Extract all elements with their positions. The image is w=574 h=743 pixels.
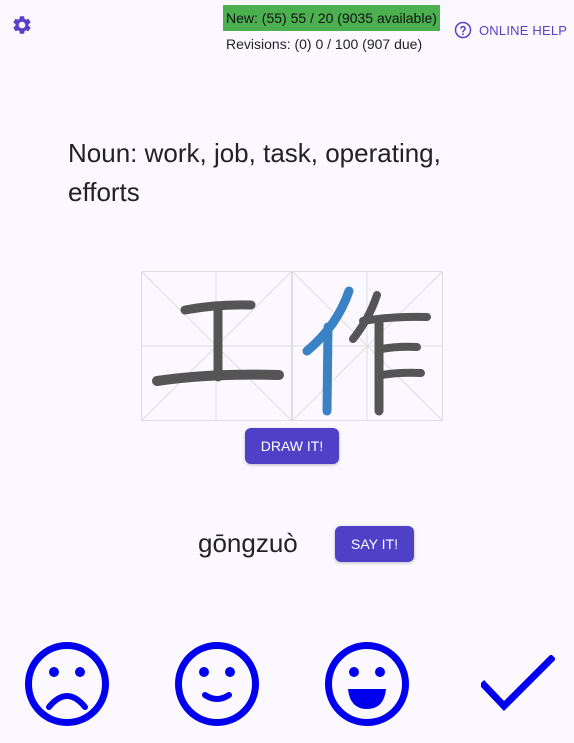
pinyin-text: gōngzuò (198, 528, 298, 558)
draw-it-button[interactable]: DRAW IT! (245, 428, 339, 464)
session-stats: New: (55) 55 / 20 (9035 available) Revis… (223, 5, 440, 52)
hanzi-character-1 (152, 300, 284, 386)
online-help-label: ONLINE HELP (479, 22, 568, 38)
card-meaning: Noun: work, job, task, operating, effort… (68, 138, 441, 207)
question-circle-icon (454, 21, 472, 39)
say-it-button[interactable]: SAY IT! (335, 526, 414, 562)
grin-face-icon[interactable] (324, 641, 410, 727)
revisions-stat: Revisions: (0) 0 / 100 (907 due) (226, 36, 423, 52)
sad-face-icon[interactable] (24, 641, 110, 727)
new-cards-stat: New: (55) 55 / 20 (9035 available) (223, 5, 440, 31)
hanzi-stroke-display (141, 271, 443, 421)
online-help-button[interactable]: ONLINE HELP (454, 21, 567, 39)
checkmark-icon[interactable] (481, 655, 555, 713)
smile-face-icon[interactable] (174, 641, 260, 727)
gear-icon[interactable] (11, 14, 33, 36)
